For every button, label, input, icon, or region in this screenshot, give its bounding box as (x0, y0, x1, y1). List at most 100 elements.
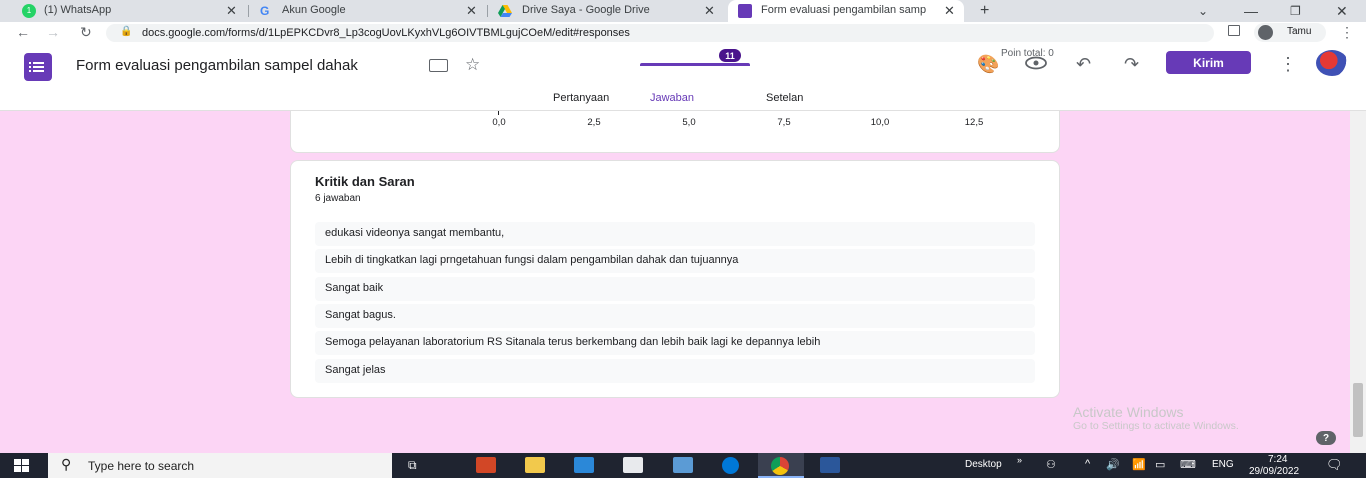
list-item: Sangat bagus. (315, 304, 1035, 328)
tab-title: (1) WhatsApp (44, 4, 112, 16)
tab-responses[interactable]: Jawaban (650, 92, 694, 104)
close-icon[interactable]: ✕ (226, 3, 237, 19)
avatar[interactable] (1316, 50, 1348, 76)
response-count-badge: 11 (719, 49, 741, 62)
forms-favicon (738, 4, 752, 18)
profile-chip[interactable]: Tamu (1254, 23, 1326, 42)
windows-taskbar: ⚲ Type here to search ⧉ Desktop » ⚇ ^ 🔊 … (0, 453, 1366, 478)
clock-time[interactable]: 7:24 (1268, 454, 1287, 465)
activate-windows-subtitle: Go to Settings to activate Windows. (1073, 420, 1239, 432)
reload-icon[interactable]: ↻ (80, 24, 92, 41)
store-icon[interactable] (623, 457, 643, 473)
scrollbar-thumb[interactable] (1353, 383, 1363, 437)
tab-title: Form evaluasi pengambilan samp (761, 4, 927, 16)
url-field[interactable]: 🔒 docs.google.com/forms/d/1LpEPKCDvr8_Lp… (106, 24, 1214, 42)
help-button[interactable]: ? (1316, 431, 1336, 445)
tab-search-chevron-icon[interactable]: ⌄ (1198, 0, 1208, 22)
tab-akun-google[interactable]: G Akun Google ✕ (250, 0, 486, 22)
question-title: Kritik dan Saran (315, 174, 415, 189)
new-tab-plus-icon[interactable]: + (980, 0, 989, 22)
desktop-toolbar-label[interactable]: Desktop (965, 459, 1002, 470)
total-points: Poin total: 0 (1001, 48, 1054, 59)
toolbar-expand-icon[interactable]: » (1017, 455, 1022, 465)
list-item: Semoga pelayanan laboratorium RS Sitanal… (315, 331, 1035, 355)
close-icon[interactable]: ✕ (944, 3, 955, 19)
tab-settings[interactable]: Setelan (766, 92, 803, 104)
forward-icon[interactable]: → (46, 24, 60, 40)
browser-menu-icon[interactable]: ⋮ (1340, 24, 1354, 41)
tab-separator (248, 5, 249, 17)
tab-google-drive[interactable]: Drive Saya - Google Drive ✕ (488, 0, 726, 22)
list-item: Sangat baik (315, 277, 1035, 301)
lock-icon: 🔒 (120, 26, 133, 37)
minimize-icon[interactable]: — (1244, 0, 1258, 22)
list-item: Lebih di tingkatkan lagi prngetahuan fun… (315, 249, 1035, 273)
profile-label: Tamu (1287, 26, 1312, 37)
wifi-icon[interactable]: 📶 (1132, 458, 1146, 471)
redo-icon[interactable]: ↷ (1124, 54, 1139, 75)
chrome-icon[interactable] (771, 457, 789, 475)
tab-title: Akun Google (282, 4, 346, 16)
windows-start-icon[interactable] (14, 459, 30, 473)
side-panel-icon[interactable] (1228, 25, 1240, 36)
tab-whatsapp[interactable]: 1 (1) WhatsApp ✕ (12, 0, 247, 22)
tab-forms-active[interactable]: Form evaluasi pengambilan samp ✕ (728, 0, 964, 22)
forms-logo-icon[interactable] (24, 53, 52, 81)
folder-icon[interactable] (429, 59, 448, 72)
forms-header: Form evaluasi pengambilan sampel dahak ☆… (0, 44, 1366, 111)
close-icon[interactable]: ✕ (466, 3, 477, 19)
response-count: 6 jawaban (315, 193, 361, 204)
clock-date[interactable]: 29/09/2022 (1249, 466, 1299, 477)
send-button[interactable]: Kirim (1166, 51, 1251, 74)
language-indicator[interactable]: ENG (1212, 459, 1234, 470)
word-icon[interactable] (820, 457, 840, 473)
form-tabs: Pertanyaan Jawaban Setelan (0, 90, 1366, 110)
form-title[interactable]: Form evaluasi pengambilan sampel dahak (76, 57, 358, 74)
list-item: edukasi videonya sangat membantu, (315, 222, 1035, 246)
bluetooth-icon[interactable] (722, 457, 739, 474)
volume-icon[interactable]: 🔊 (1106, 458, 1120, 471)
undo-icon[interactable]: ↶ (1076, 54, 1091, 75)
url-text: docs.google.com/forms/d/1LpEPKCDvr8_Lp3c… (142, 27, 630, 39)
profile-icon (1258, 25, 1273, 40)
google-icon: G (260, 4, 270, 18)
back-icon[interactable]: ← (16, 24, 30, 40)
drive-icon (498, 5, 512, 17)
search-icon: ⚲ (61, 456, 72, 472)
calculator-icon[interactable] (673, 457, 693, 473)
task-view-icon[interactable]: ⧉ (408, 458, 417, 473)
powerpoint-icon[interactable] (476, 457, 496, 473)
axis-tick-label: 2,5 (587, 117, 601, 128)
list-item: Sangat jelas (315, 359, 1035, 383)
restore-icon[interactable]: ❐ (1290, 0, 1301, 22)
file-explorer-icon[interactable] (525, 457, 545, 473)
show-hidden-icons-chevron[interactable]: ^ (1085, 458, 1090, 470)
battery-icon[interactable]: ▭ (1155, 458, 1165, 471)
activate-windows-title: Activate Windows (1073, 404, 1184, 420)
whatsapp-icon: 1 (22, 4, 36, 18)
notifications-icon[interactable]: 🗨 (1326, 457, 1343, 473)
axis-tick-label: 10,0 (870, 117, 890, 128)
people-icon[interactable]: ⚇ (1046, 458, 1056, 471)
window-close-icon[interactable]: ✕ (1336, 0, 1348, 22)
axis-tick-label: 5,0 (682, 117, 696, 128)
palette-icon[interactable]: 🎨 (977, 54, 999, 75)
star-icon[interactable]: ☆ (465, 55, 480, 75)
active-tab-indicator (640, 63, 750, 66)
keyboard-icon[interactable]: ⌨ (1180, 458, 1196, 471)
more-options-icon[interactable]: ⋮ (1279, 54, 1297, 75)
question-card: Kritik dan Saran 6 jawaban edukasi video… (290, 160, 1060, 398)
axis-tick-mark (498, 111, 499, 115)
tab-questions[interactable]: Pertanyaan (553, 92, 609, 104)
address-bar: ← → ↻ 🔒 docs.google.com/forms/d/1LpEPKCD… (0, 22, 1366, 44)
tab-title: Drive Saya - Google Drive (522, 4, 650, 16)
close-icon[interactable]: ✕ (704, 3, 715, 19)
search-placeholder: Type here to search (88, 459, 195, 473)
chart-card: 0,0 2,5 5,0 7,5 10,0 12,5 (290, 111, 1060, 153)
mail-icon[interactable] (574, 457, 594, 473)
axis-tick-label: 0,0 (492, 117, 506, 128)
axis-tick-label: 12,5 (964, 117, 984, 128)
browser-tabstrip: 1 (1) WhatsApp ✕ G Akun Google ✕ Drive S… (0, 0, 1366, 22)
axis-tick-label: 7,5 (777, 117, 791, 128)
taskbar-search-box[interactable]: ⚲ Type here to search (48, 453, 392, 478)
